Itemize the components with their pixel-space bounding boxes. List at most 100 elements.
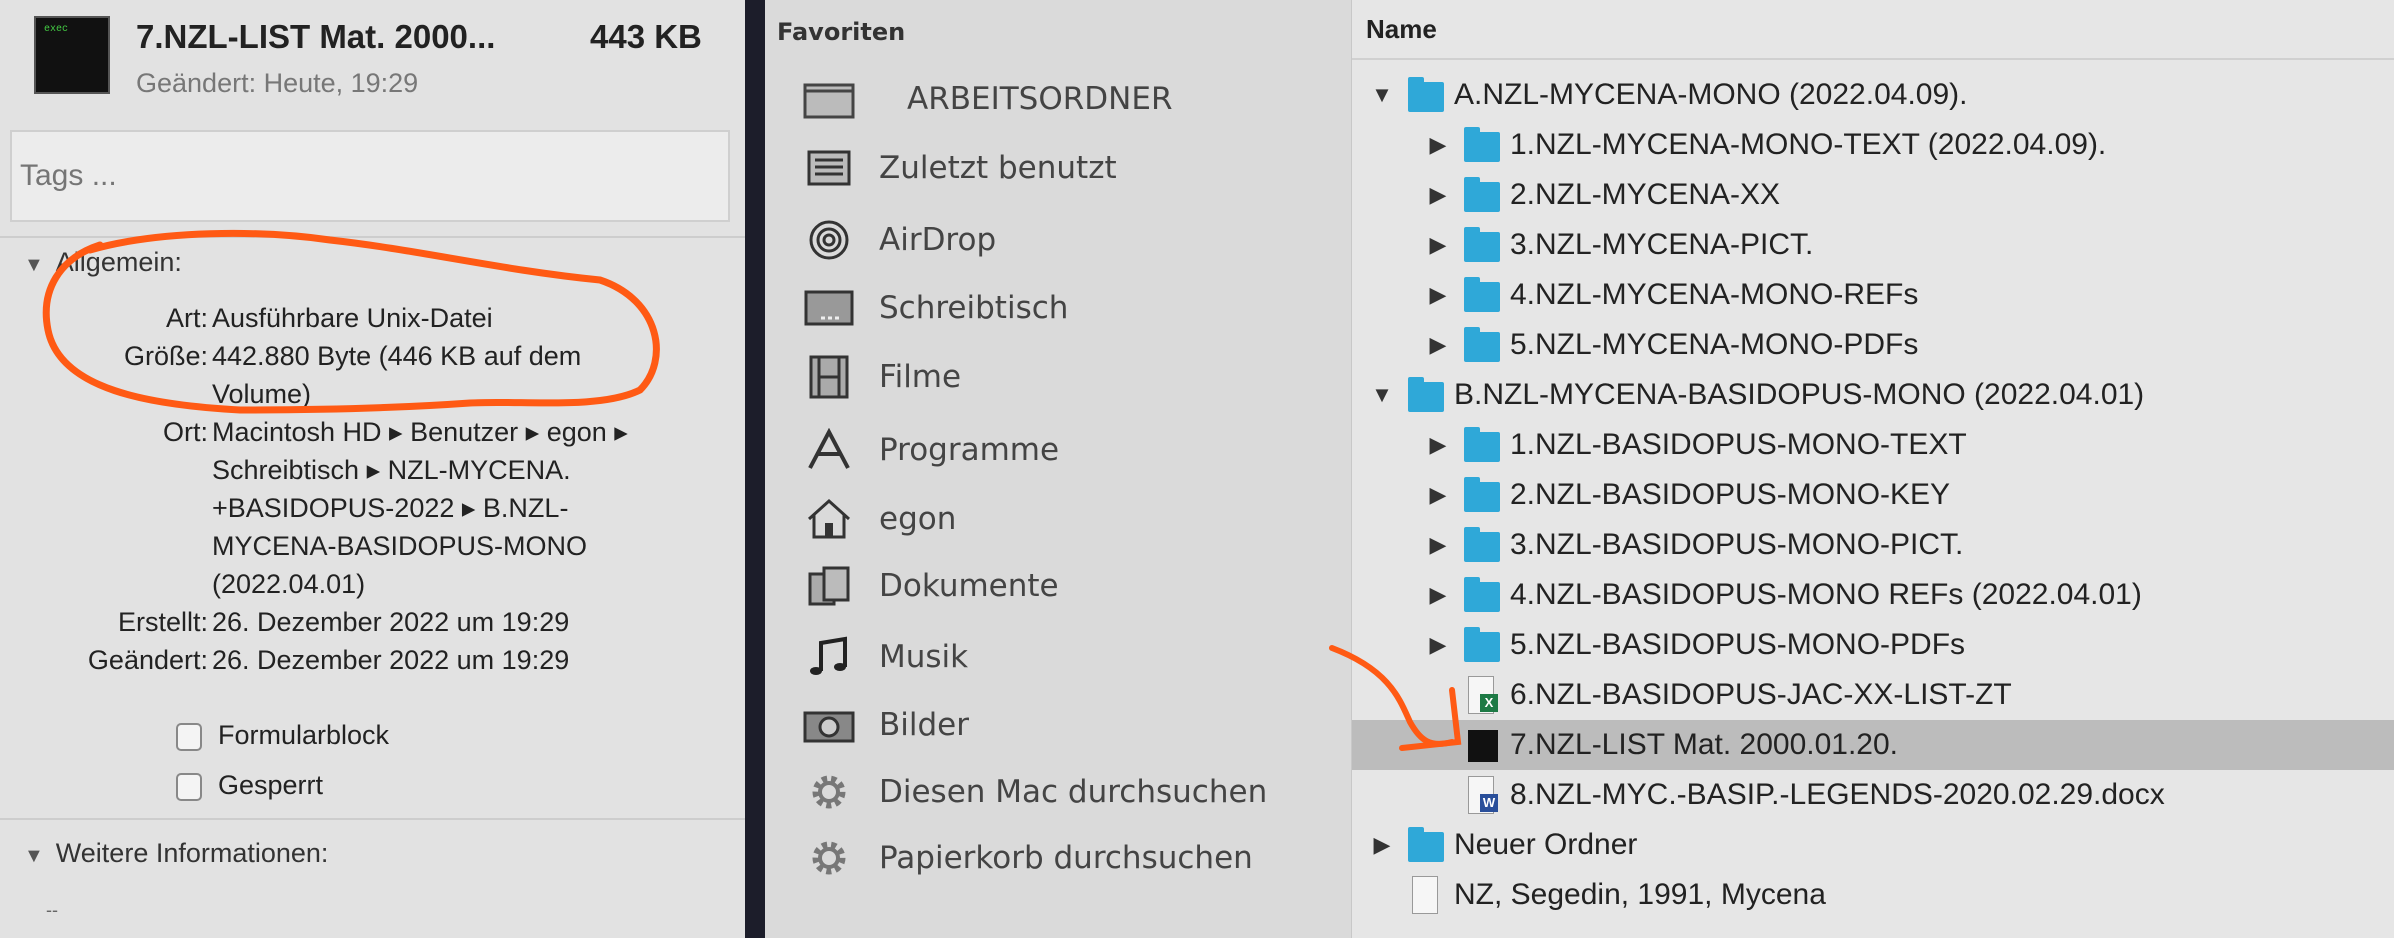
section-general[interactable]: ▼ Allgemein: [24, 247, 182, 278]
disclosure-right-icon[interactable]: ▶ [1426, 282, 1450, 308]
sidebar-item-bilder[interactable]: Bilder [801, 697, 969, 753]
section-more-info[interactable]: ▼ Weitere Informationen: [24, 838, 328, 869]
executable-file-icon [1462, 726, 1502, 764]
file-name: 2.NZL-MYCENA-XX [1510, 178, 1781, 211]
sidebar-item-label: Bilder [879, 707, 969, 743]
disclosure-down-icon[interactable]: ▼ [1370, 382, 1394, 408]
music-icon [801, 635, 857, 679]
list-item[interactable]: ▶ 3.NZL-BASIDOPUS-MONO-PICT. [1352, 520, 2394, 570]
file-name: 7.NZL-LIST Mat. 2000.01.20. [1510, 728, 1898, 761]
sidebar-item-egon[interactable]: egon [801, 491, 956, 547]
file-name: 4.NZL-BASIDOPUS-MONO REFs (2022.04.01) [1510, 578, 2142, 611]
list-item[interactable]: ▶ 4.NZL-MYCENA-MONO-REFs [1352, 270, 2394, 320]
file-name: 5.NZL-BASIDOPUS-MONO-PDFs [1510, 628, 1966, 661]
sidebar-item-label: Dokumente [879, 568, 1059, 604]
file-name: 1.NZL-BASIDOPUS-MONO-TEXT [1510, 428, 1967, 461]
folder-icon [1462, 226, 1502, 264]
list-item[interactable]: ▼ B.NZL-MYCENA-BASIDOPUS-MONO (2022.04.01… [1352, 370, 2394, 420]
list-item[interactable]: 7.NZL-LIST Mat. 2000.01.20. [1352, 720, 2394, 770]
file-name: 2.NZL-BASIDOPUS-MONO-KEY [1510, 478, 1951, 511]
word-file-icon: W [1462, 776, 1502, 814]
list-item[interactable]: ▶ 5.NZL-BASIDOPUS-MONO-PDFs [1352, 620, 2394, 670]
sidebar-item-label: egon [879, 501, 957, 537]
list-item[interactable]: ▶ 3.NZL-MYCENA-PICT. [1352, 220, 2394, 270]
file-name: A.NZL-MYCENA-MONO (2022.04.09). [1454, 78, 1968, 111]
sidebar-item-label: ARBEITSORDNER [907, 81, 1173, 117]
sidebar-item-airdrop[interactable]: AirDrop [801, 212, 996, 268]
folder-icon [1462, 126, 1502, 164]
applications-icon [801, 428, 857, 472]
folder-icon [1462, 626, 1502, 664]
file-name: 5.NZL-MYCENA-MONO-PDFs [1510, 328, 1919, 361]
disclosure-right-icon[interactable]: ▶ [1426, 132, 1450, 158]
divider [0, 818, 745, 820]
list-item[interactable]: ▶ Neuer Ordner [1352, 820, 2394, 870]
file-modified: Geändert: Heute, 19:29 [136, 68, 419, 98]
sidebar-item-diesen-mac-durchsuchen[interactable]: Diesen Mac durchsuchen [801, 764, 1267, 820]
tags-input[interactable] [10, 130, 730, 222]
disclosure-right-icon[interactable]: ▶ [1426, 432, 1450, 458]
column-header-name[interactable]: Name [1366, 14, 1437, 45]
excel-file-icon: X [1462, 676, 1502, 714]
disclosure-right-icon[interactable]: ▶ [1426, 182, 1450, 208]
file-name: 4.NZL-MYCENA-MONO-REFs [1510, 278, 1919, 311]
file-name: 8.NZL-MYC.-BASIP.-LEGENDS-2020.02.29.doc… [1510, 778, 2165, 811]
sidebar-item-papierkorb-durchsuchen[interactable]: Papierkorb durchsuchen [801, 830, 1253, 886]
file-size: 443 KB [590, 18, 702, 55]
document-icon [1406, 876, 1446, 914]
list-item[interactable]: W 8.NZL-MYC.-BASIP.-LEGENDS-2020.02.29.do… [1352, 770, 2394, 820]
disclosure-right-icon[interactable]: ▶ [1370, 832, 1394, 858]
list-item[interactable]: ▶ 1.NZL-BASIDOPUS-MONO-TEXT [1352, 420, 2394, 470]
sidebar-item-label: Musik [879, 639, 969, 675]
file-name: Neuer Ordner [1454, 828, 1638, 861]
disclosure-right-icon[interactable]: ▶ [1426, 482, 1450, 508]
disclosure-right-icon[interactable]: ▶ [1426, 232, 1450, 258]
folder-icon [1406, 76, 1446, 114]
gear-icon [801, 770, 857, 814]
divider [0, 236, 745, 238]
folder-icon [1462, 526, 1502, 564]
file-list: Name ▼ A.NZL-MYCENA-MONO (2022.04.09). ▶ 1.… [1352, 0, 2394, 938]
camera-icon [801, 703, 857, 747]
sidebar-item-label: Programme [879, 432, 1060, 468]
finder-sidebar: Favoriten ARBEITSORDNER Zuletzt benutzt Ai… [765, 0, 1352, 938]
sidebar-item-musik[interactable]: Musik [801, 629, 968, 685]
sidebar-item-dokumente[interactable]: Dokumente [801, 558, 1059, 614]
disclosure-down-icon: ▼ [24, 254, 44, 276]
sidebar-item-label: Zuletzt benutzt [879, 150, 1117, 186]
sidebar-item-schreibtisch[interactable]: Schreibtisch [801, 280, 1068, 336]
file-name: 1.NZL-MYCENA-MONO-TEXT (2022.04.09). [1510, 128, 2107, 161]
sidebar-heading: Favoriten [777, 18, 906, 46]
sidebar-item-arbeitsordner[interactable]: ARBEITSORDNER [801, 71, 1172, 127]
folder-icon [801, 77, 857, 121]
sidebar-item-zuletzt-benutzt[interactable]: Zuletzt benutzt [801, 140, 1117, 196]
folder-icon [1462, 476, 1502, 514]
sidebar-item-programme[interactable]: Programme [801, 422, 1059, 478]
documents-icon [801, 564, 857, 608]
desktop-icon [801, 286, 857, 330]
checkbox-locked[interactable]: Gesperrt [176, 770, 323, 801]
more-info-value: -- [46, 900, 58, 920]
sidebar-item-filme[interactable]: Filme [801, 349, 961, 405]
list-item[interactable]: ▼ A.NZL-MYCENA-MONO (2022.04.09). [1352, 70, 2394, 120]
recents-icon [801, 146, 857, 190]
sidebar-item-label: Filme [879, 359, 962, 395]
disclosure-right-icon[interactable]: ▶ [1426, 632, 1450, 658]
disclosure-right-icon[interactable]: ▶ [1426, 582, 1450, 608]
checkbox-stationery[interactable]: Formularblock [176, 720, 389, 751]
disclosure-right-icon[interactable]: ▶ [1426, 332, 1450, 358]
list-item[interactable]: ▶ 4.NZL-BASIDOPUS-MONO REFs (2022.04.01) [1352, 570, 2394, 620]
list-item[interactable]: ▶ 5.NZL-MYCENA-MONO-PDFs [1352, 320, 2394, 370]
list-item[interactable]: X 6.NZL-BASIDOPUS-JAC-XX-LIST-ZT [1352, 670, 2394, 720]
list-item[interactable]: ▶ 2.NZL-MYCENA-XX [1352, 170, 2394, 220]
disclosure-right-icon[interactable]: ▶ [1426, 532, 1450, 558]
folder-icon [1462, 576, 1502, 614]
file-name: B.NZL-MYCENA-BASIDOPUS-MONO (2022.04.01) [1454, 378, 2145, 411]
disclosure-down-icon[interactable]: ▼ [1370, 82, 1394, 108]
list-item[interactable]: NZ, Segedin, 1991, Mycena [1352, 870, 2394, 920]
folder-icon [1462, 276, 1502, 314]
gear-icon [801, 836, 857, 880]
file-name: 3.NZL-BASIDOPUS-MONO-PICT. [1510, 528, 1964, 561]
list-item[interactable]: ▶ 2.NZL-BASIDOPUS-MONO-KEY [1352, 470, 2394, 520]
list-item[interactable]: ▶ 1.NZL-MYCENA-MONO-TEXT (2022.04.09). [1352, 120, 2394, 170]
